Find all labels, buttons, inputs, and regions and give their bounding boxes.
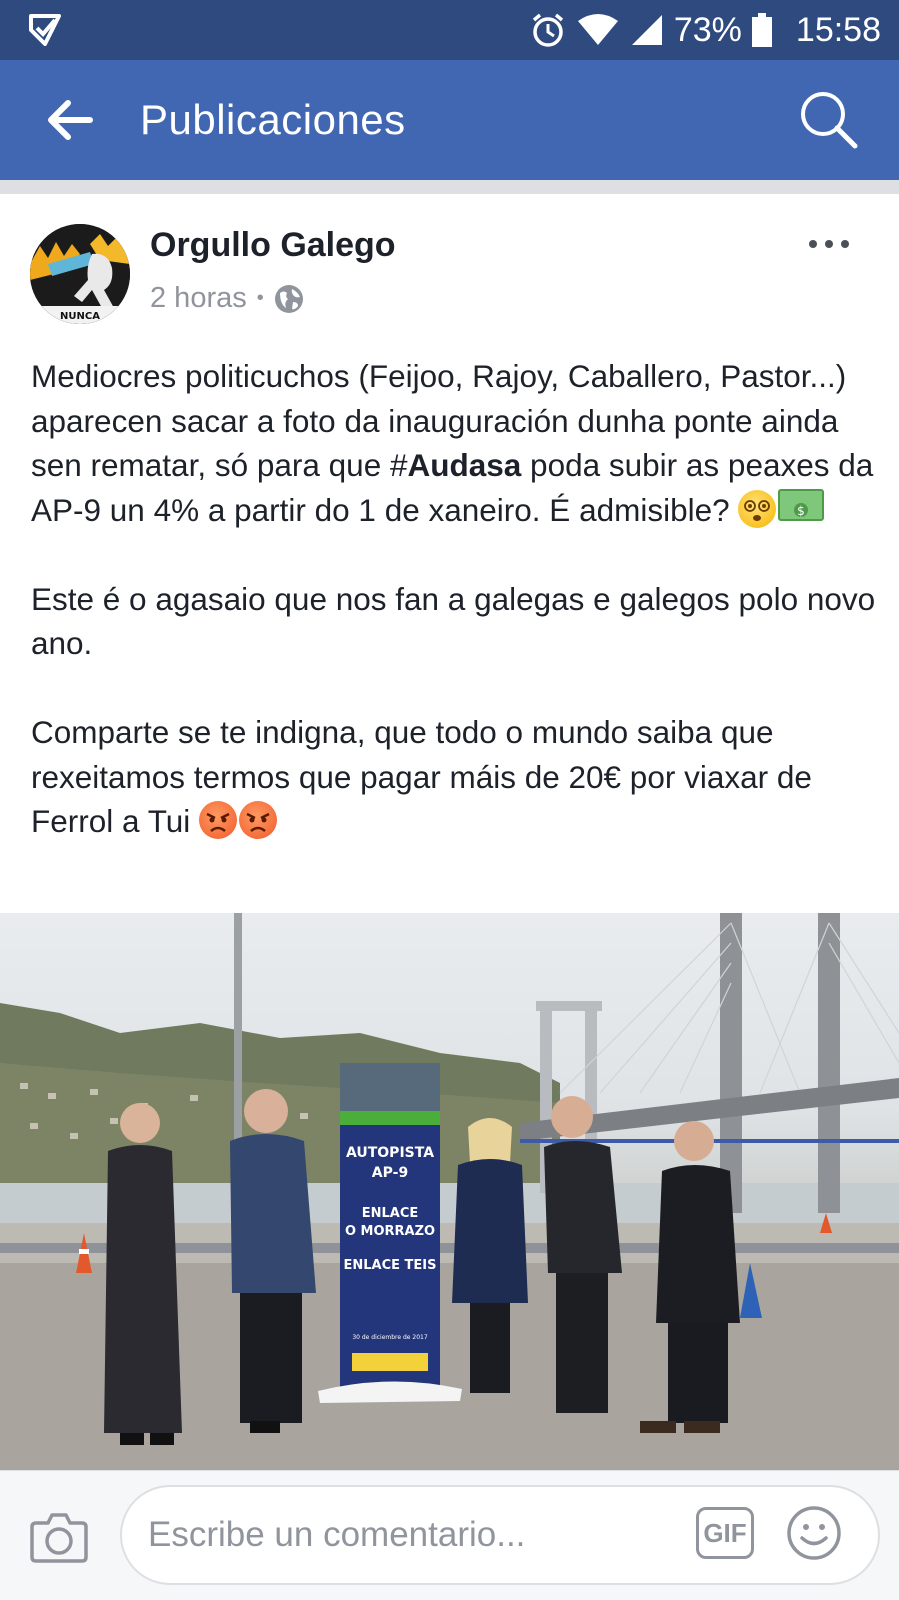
sign-line4: O MORRAZO	[345, 1224, 435, 1239]
hashtag-prefix: #	[389, 447, 408, 483]
comment-input[interactable]: Escribe un comentario... GIF	[120, 1485, 880, 1585]
battery-icon	[751, 13, 772, 47]
hashtag-link[interactable]: #Audasa	[390, 447, 521, 483]
clock: 15:58	[795, 10, 881, 49]
app-toolbar: Publicaciones	[0, 60, 899, 180]
sign-date: 30 de diciembre de 2017	[352, 1334, 428, 1341]
angry-face-emoji	[239, 801, 278, 839]
post-paragraph: Mediocres politicuchos (Feijoo, Rajoy, C…	[31, 354, 876, 532]
dizzy-face-emoji	[738, 489, 777, 528]
battery-percent: 73%	[673, 10, 742, 49]
comment-bar: Escribe un comentario... GIF	[0, 1470, 899, 1600]
globe-icon	[274, 284, 303, 313]
comment-placeholder: Escribe un comentario...	[148, 1515, 526, 1554]
post-body: Mediocres politicuchos (Feijoo, Rajoy, C…	[31, 354, 876, 844]
avatar-image: NUNCA	[30, 224, 130, 324]
more-options-icon[interactable]	[807, 236, 851, 252]
alarm-icon	[532, 13, 563, 47]
post-text-segment: Comparte se te indigna, que todo o mundo…	[31, 714, 812, 839]
post-meta: 2 horas •	[150, 282, 304, 315]
back-arrow-icon[interactable]	[42, 90, 98, 150]
sign-line5: ENLACE TEIS	[344, 1258, 437, 1273]
angry-face-emoji	[199, 801, 238, 839]
photo-scene: AUTOPISTA AP-9 ENLACE O MORRAZO ENLACE T…	[0, 913, 899, 1470]
search-icon[interactable]	[797, 88, 861, 152]
page-avatar[interactable]: NUNCA	[30, 224, 130, 324]
status-bar: 73% 15:58	[0, 0, 899, 60]
svg-text:$: $	[798, 504, 806, 518]
avatar-text: NUNCA	[60, 311, 100, 322]
messenger-notification-icon	[29, 14, 61, 46]
signal-icon	[631, 15, 662, 45]
sign-line2: AP-9	[372, 1165, 408, 1181]
smiley-icon[interactable]	[786, 1505, 842, 1561]
sign-line3: ENLACE	[362, 1206, 419, 1221]
post-author[interactable]: Orgullo Galego	[150, 226, 396, 265]
money-emoji: $	[778, 488, 825, 521]
post-time[interactable]: 2 horas	[150, 282, 247, 315]
camera-icon[interactable]	[30, 1511, 88, 1563]
sign-line1: AUTOPISTA	[346, 1145, 434, 1161]
hashtag-word: Audasa	[407, 447, 522, 483]
gif-icon[interactable]: GIF	[696, 1507, 754, 1559]
post-photo[interactable]: AUTOPISTA AP-9 ENLACE O MORRAZO ENLACE T…	[0, 913, 899, 1470]
post-paragraph: Comparte se te indigna, que todo o mundo…	[31, 710, 876, 844]
section-divider	[0, 180, 899, 194]
meta-separator: •	[256, 287, 264, 309]
wifi-icon	[577, 14, 618, 45]
page-title: Publicaciones	[140, 96, 406, 143]
post-paragraph: Este é o agasaio que nos fan a galegas e…	[31, 580, 876, 662]
